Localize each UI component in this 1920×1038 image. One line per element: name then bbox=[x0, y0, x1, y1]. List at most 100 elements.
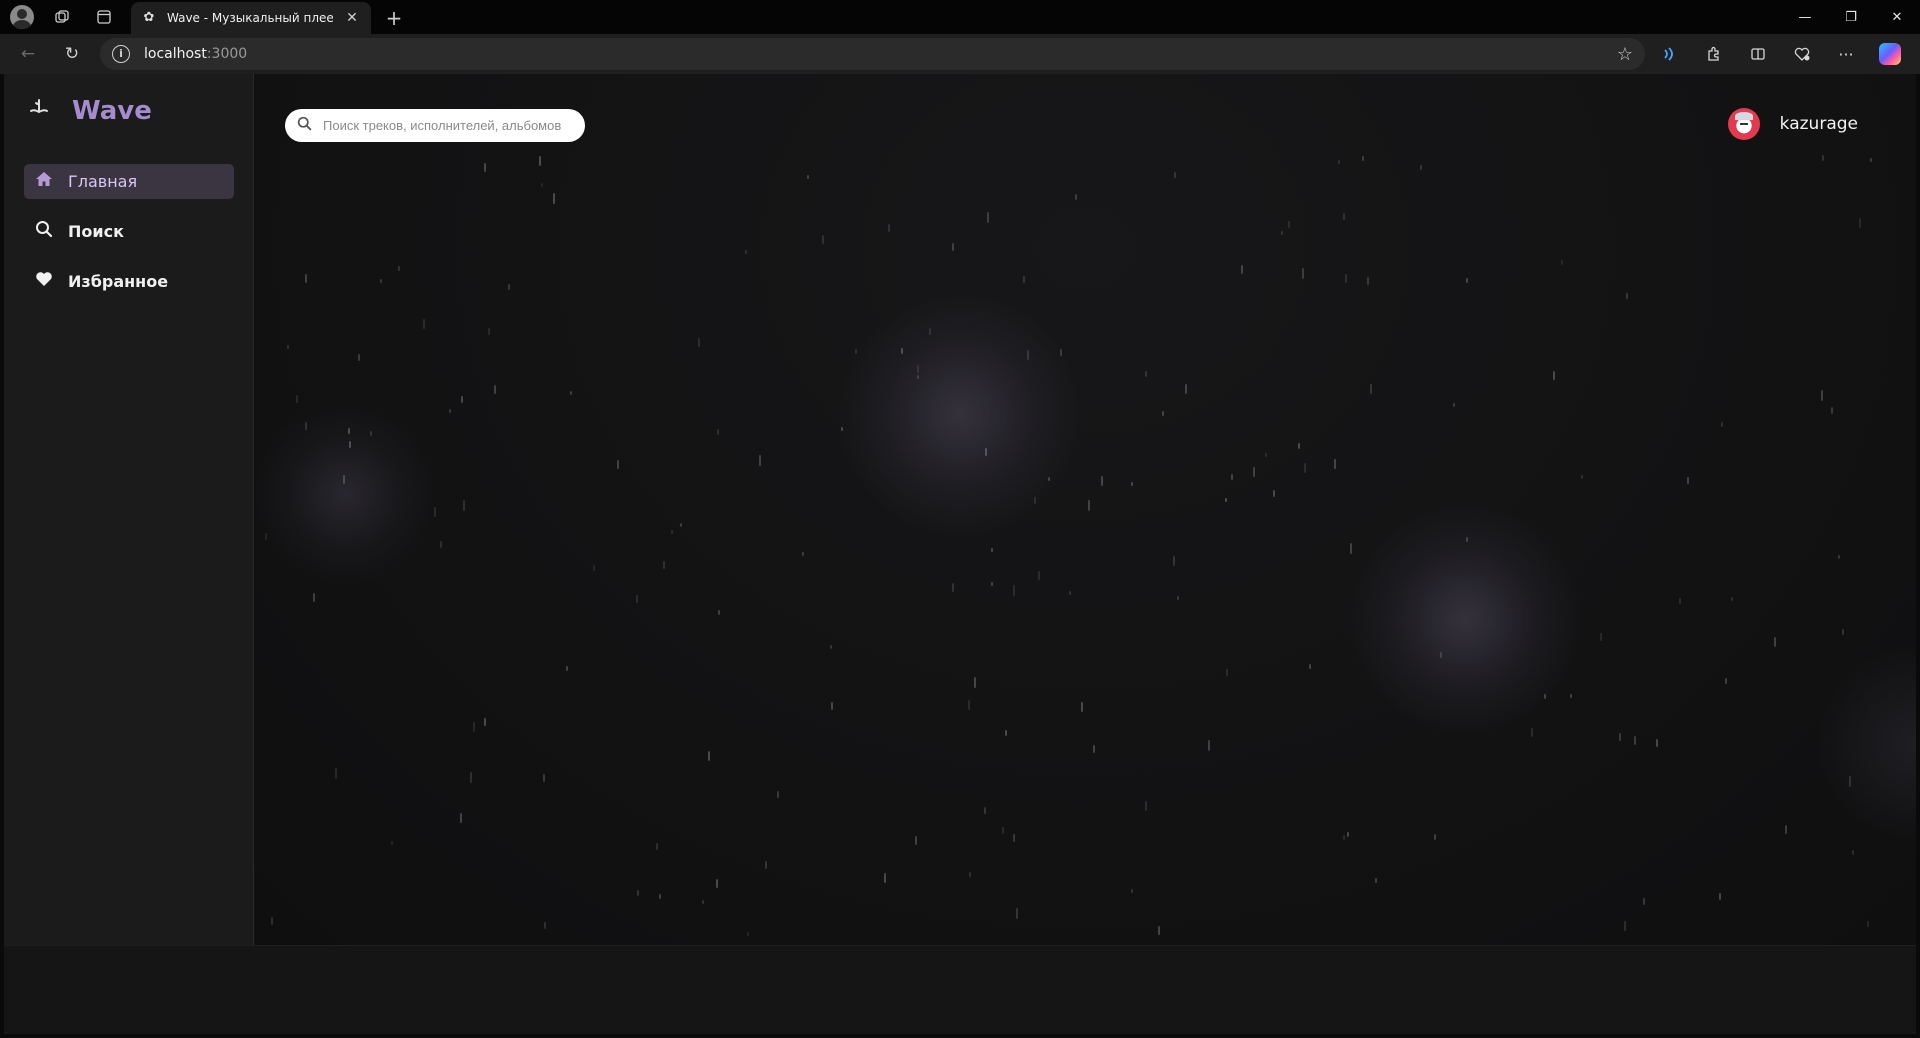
rain-drop bbox=[423, 319, 425, 329]
rain-drop bbox=[541, 183, 543, 187]
rain-drop bbox=[1619, 733, 1621, 741]
brand[interactable]: Wave bbox=[28, 96, 152, 126]
avatar[interactable] bbox=[1727, 108, 1760, 140]
profile-button[interactable] bbox=[2, 0, 42, 34]
copilot-button[interactable] bbox=[1870, 37, 1910, 71]
rain-drop bbox=[543, 774, 545, 782]
address-bar[interactable]: i localhost:3000 ☆ bbox=[100, 38, 1645, 70]
rain-drop bbox=[1731, 597, 1733, 601]
split-screen-icon[interactable] bbox=[1738, 37, 1778, 71]
main-content: kazurage bbox=[255, 74, 1916, 945]
rain-drop bbox=[1298, 443, 1300, 449]
rain-drop bbox=[1162, 411, 1164, 416]
sidebar-item-label: Избранное bbox=[68, 272, 169, 291]
search-bar[interactable] bbox=[285, 109, 585, 142]
rain-drop bbox=[494, 385, 496, 394]
tab-actions-icon[interactable] bbox=[84, 0, 124, 34]
tab-close-icon[interactable]: ✕ bbox=[343, 9, 361, 27]
rain-drop bbox=[370, 431, 372, 436]
address-url[interactable]: localhost:3000 bbox=[144, 46, 247, 62]
restore-icon[interactable]: ❐ bbox=[1828, 0, 1874, 34]
rain-drop bbox=[1343, 213, 1345, 220]
more-menu-icon[interactable]: ··· bbox=[1826, 37, 1866, 71]
rain-drop bbox=[391, 841, 393, 845]
background-glow bbox=[255, 404, 435, 584]
rain-drop bbox=[1687, 477, 1689, 484]
minimize-icon[interactable]: — bbox=[1782, 0, 1828, 34]
address-host: localhost bbox=[144, 46, 207, 62]
rain-drop bbox=[1859, 218, 1861, 228]
rain-drop bbox=[777, 791, 779, 798]
rain-drop bbox=[1370, 384, 1372, 394]
rain-drop bbox=[1101, 476, 1103, 486]
rain-drop bbox=[745, 250, 747, 254]
rain-drop bbox=[656, 843, 658, 850]
rain-drop bbox=[1265, 453, 1267, 457]
rain-drop bbox=[1420, 165, 1422, 170]
background-glow bbox=[1815, 644, 1916, 844]
sidebar-item-search[interactable]: Поиск bbox=[24, 214, 234, 249]
rain-drop bbox=[984, 807, 986, 814]
rain-drop bbox=[271, 917, 273, 925]
rain-drop bbox=[1302, 268, 1304, 279]
browser-tab-active[interactable]: ✿ Wave - Музыкальный плеер ✕ bbox=[131, 2, 371, 34]
rain-drop bbox=[671, 530, 673, 534]
back-icon[interactable]: ← bbox=[8, 37, 48, 71]
rain-drop bbox=[1081, 702, 1083, 712]
refresh-icon[interactable]: ↻ bbox=[52, 37, 92, 71]
rain-drop bbox=[1226, 669, 1228, 676]
rain-drop bbox=[380, 279, 382, 283]
rain-drop bbox=[952, 243, 954, 251]
favorites-collection-icon[interactable] bbox=[1782, 37, 1822, 71]
rain-drop bbox=[1034, 497, 1036, 504]
rain-drop bbox=[680, 523, 682, 527]
browser-extensions: ··· bbox=[1650, 37, 1910, 71]
close-window-icon[interactable]: ✕ bbox=[1874, 0, 1920, 34]
rain-drop bbox=[398, 266, 400, 271]
rain-drop bbox=[1553, 371, 1555, 380]
sidebar-item-label: Поиск bbox=[68, 222, 124, 241]
rain-drop bbox=[915, 836, 917, 845]
rain-drop bbox=[473, 722, 475, 732]
sidebar-item-home[interactable]: Главная bbox=[24, 164, 234, 199]
rain-drop bbox=[1362, 156, 1364, 161]
rain-drop bbox=[1343, 835, 1345, 840]
rain-drop bbox=[544, 922, 546, 929]
copilot-icon bbox=[1879, 43, 1901, 65]
read-aloud-icon[interactable] bbox=[1650, 37, 1690, 71]
rain-drop bbox=[702, 900, 704, 904]
extensions-icon[interactable] bbox=[1694, 37, 1734, 71]
rain-drop bbox=[822, 235, 824, 244]
rain-drop bbox=[1643, 898, 1645, 905]
rain-drop bbox=[1145, 801, 1147, 811]
search-input[interactable] bbox=[323, 118, 573, 133]
rain-drop bbox=[888, 224, 890, 232]
rain-drop bbox=[296, 395, 298, 403]
wave-app: Wave Главная Поиск Избранное Поиск треко… bbox=[4, 74, 1916, 1034]
rain-drop bbox=[1721, 422, 1723, 427]
user-profile[interactable]: kazurage bbox=[1727, 108, 1858, 140]
rain-drop bbox=[987, 212, 989, 223]
browser-toolbar: ← ↻ i localhost:3000 ☆ ··· bbox=[0, 34, 1920, 74]
new-tab-button[interactable]: + bbox=[380, 4, 408, 32]
rain-drop bbox=[305, 422, 307, 430]
sidebar-item-favorites[interactable]: Избранное bbox=[24, 264, 234, 299]
sidebar-item-label: Главная bbox=[68, 172, 138, 191]
search-icon bbox=[34, 220, 54, 243]
rain-drop bbox=[1013, 585, 1015, 596]
rain-drop bbox=[1347, 832, 1349, 837]
rain-drop bbox=[765, 861, 767, 869]
username: kazurage bbox=[1779, 114, 1858, 134]
rain-drop bbox=[343, 475, 345, 484]
rain-drop bbox=[901, 348, 903, 354]
rain-drop bbox=[985, 448, 987, 456]
rain-drop bbox=[1131, 482, 1133, 486]
rain-drop bbox=[348, 428, 350, 434]
workspaces-icon[interactable] bbox=[42, 0, 82, 34]
rain-drop bbox=[1038, 571, 1040, 580]
rain-drop bbox=[1774, 637, 1776, 647]
site-info-icon[interactable]: i bbox=[112, 45, 130, 63]
rain-drop bbox=[1060, 349, 1062, 356]
favorite-star-icon[interactable]: ☆ bbox=[1617, 44, 1633, 65]
rain-drop bbox=[463, 500, 465, 511]
